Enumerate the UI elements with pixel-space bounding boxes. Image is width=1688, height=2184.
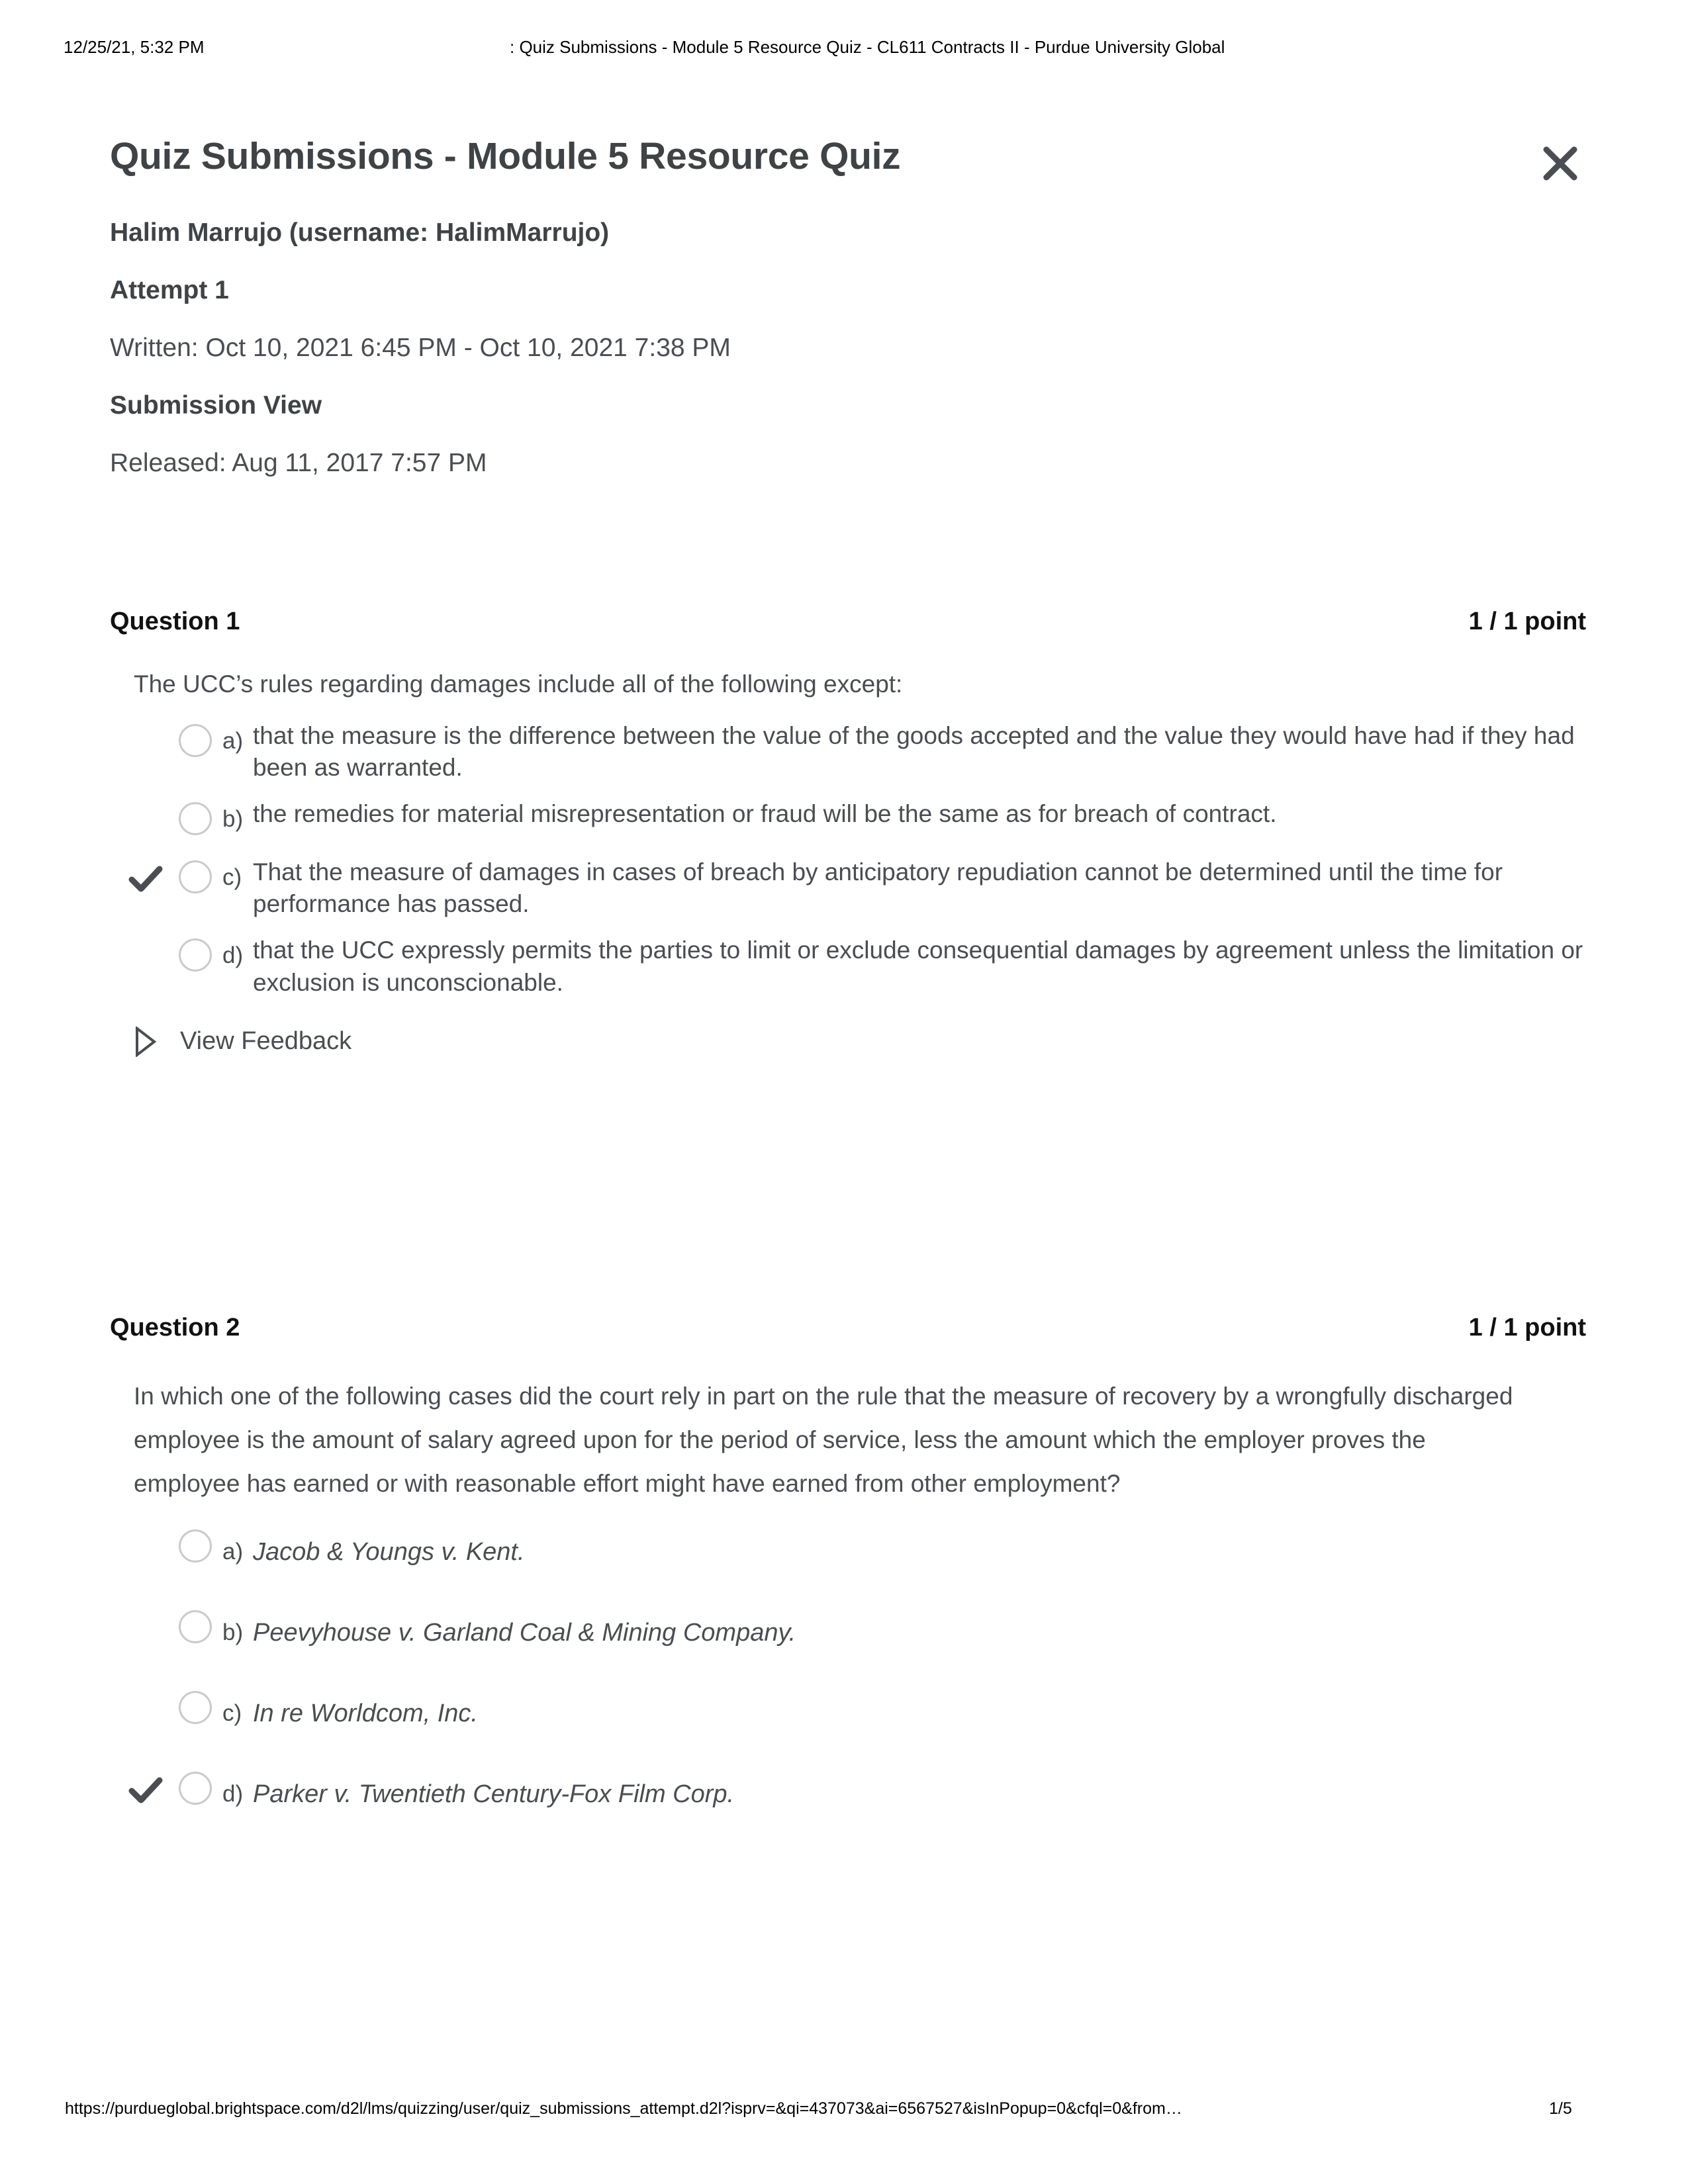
answer-option[interactable]: c) In re Worldcom, Inc. xyxy=(110,1687,1586,1731)
attempt-number: Attempt 1 xyxy=(110,276,229,304)
view-feedback-toggle[interactable]: View Feedback xyxy=(110,1026,1586,1057)
option-text: Peevyhouse v. Garland Coal & Mining Comp… xyxy=(253,1618,796,1647)
print-header: 12/25/21, 5:32 PM : Quiz Submissions - M… xyxy=(0,37,1688,64)
option-letter: b) xyxy=(222,1619,244,1645)
question-header-1: Question 1 1 / 1 point xyxy=(110,608,1586,645)
radio-unselected-icon[interactable] xyxy=(179,1690,212,1724)
option-text: Jacob & Youngs v. Kent. xyxy=(253,1537,525,1566)
option-letter: d) xyxy=(222,1780,244,1807)
option-letter: a) xyxy=(222,728,244,754)
option-letter: d) xyxy=(222,942,244,969)
caret-right-icon xyxy=(134,1026,156,1057)
document-header: Quiz Submissions - Module 5 Resource Qui… xyxy=(110,135,1586,181)
answer-options-1: a) that the measure is the difference be… xyxy=(110,720,1586,999)
radio-unselected-icon[interactable] xyxy=(179,802,212,836)
answer-option[interactable]: b) Peevyhouse v. Garland Coal & Mining C… xyxy=(110,1606,1586,1650)
question-header-2: Question 2 1 / 1 point xyxy=(110,1314,1586,1351)
option-letter: c) xyxy=(222,1700,242,1726)
answer-option-selected[interactable]: c) That the measure of damages in cases … xyxy=(110,856,1586,920)
attempt-metadata: Halim Marrujo (username: HalimMarrujo) A… xyxy=(110,220,1586,508)
question-block-2: Question 2 1 / 1 point In which one of t… xyxy=(110,1314,1586,1848)
answer-option[interactable]: d) that the UCC expressly permits the pa… xyxy=(110,934,1586,998)
released-timestamp: Released: Aug 11, 2017 7:57 PM xyxy=(110,449,487,477)
question-stem-2: In which one of the following cases did … xyxy=(134,1383,1513,1497)
question-label-1: Question 1 xyxy=(110,608,240,635)
checkmark-icon xyxy=(128,1773,163,1807)
close-icon[interactable] xyxy=(1536,139,1585,188)
checkmark-icon xyxy=(128,862,163,896)
submission-view-label: Submission View xyxy=(110,391,322,420)
question-points-1: 1 / 1 point xyxy=(1468,608,1586,635)
radio-unselected-icon[interactable] xyxy=(179,938,212,972)
radio-unselected-icon[interactable] xyxy=(179,1529,212,1563)
option-text: In re Worldcom, Inc. xyxy=(253,1699,478,1727)
answer-option[interactable]: b) the remedies for material misrepresen… xyxy=(110,798,1586,842)
view-feedback-label: View Feedback xyxy=(180,1027,352,1056)
print-footer-url: https://purdueglobal.brightspace.com/d2l… xyxy=(65,2099,1182,2118)
answer-options-2: a) Jacob & Youngs v. Kent. b) Peevyhouse… xyxy=(110,1525,1586,1811)
print-header-date: 12/25/21, 5:32 PM xyxy=(64,37,205,57)
radio-unselected-icon[interactable] xyxy=(179,1771,212,1805)
print-footer-page-number: 1/5 xyxy=(1549,2099,1572,2118)
print-footer: https://purdueglobal.brightspace.com/d2l… xyxy=(0,2099,1688,2126)
answer-option[interactable]: a) Jacob & Youngs v. Kent. xyxy=(110,1525,1586,1569)
option-text: that the UCC expressly permits the parti… xyxy=(253,936,1583,996)
question-points-2: 1 / 1 point xyxy=(1468,1314,1586,1342)
option-letter: a) xyxy=(222,1538,244,1565)
option-text: Parker v. Twentieth Century-Fox Film Cor… xyxy=(253,1780,735,1808)
radio-unselected-icon[interactable] xyxy=(179,860,212,894)
user-name: Halim Marrujo (username: HalimMarrujo) xyxy=(110,218,610,247)
option-text: the remedies for material misrepresentat… xyxy=(253,800,1277,828)
answer-option[interactable]: a) that the measure is the difference be… xyxy=(110,720,1586,784)
option-letter: b) xyxy=(222,806,244,833)
option-text: that the measure is the difference betwe… xyxy=(253,722,1575,782)
print-header-title: : Quiz Submissions - Module 5 Resource Q… xyxy=(510,37,1225,57)
option-text: That the measure of damages in cases of … xyxy=(253,858,1503,918)
question-label-2: Question 2 xyxy=(110,1314,240,1342)
written-timestamp: Written: Oct 10, 2021 6:45 PM - Oct 10, … xyxy=(110,334,731,362)
radio-unselected-icon[interactable] xyxy=(179,724,212,758)
option-letter: c) xyxy=(222,864,242,891)
answer-option-selected[interactable]: d) Parker v. Twentieth Century-Fox Film … xyxy=(110,1768,1586,1811)
radio-unselected-icon[interactable] xyxy=(179,1610,212,1643)
page-title: Quiz Submissions - Module 5 Resource Qui… xyxy=(110,135,901,177)
question-block-1: Question 1 1 / 1 point The UCC’s rules r… xyxy=(110,608,1586,1057)
question-stem-1: The UCC’s rules regarding damages includ… xyxy=(134,670,903,698)
